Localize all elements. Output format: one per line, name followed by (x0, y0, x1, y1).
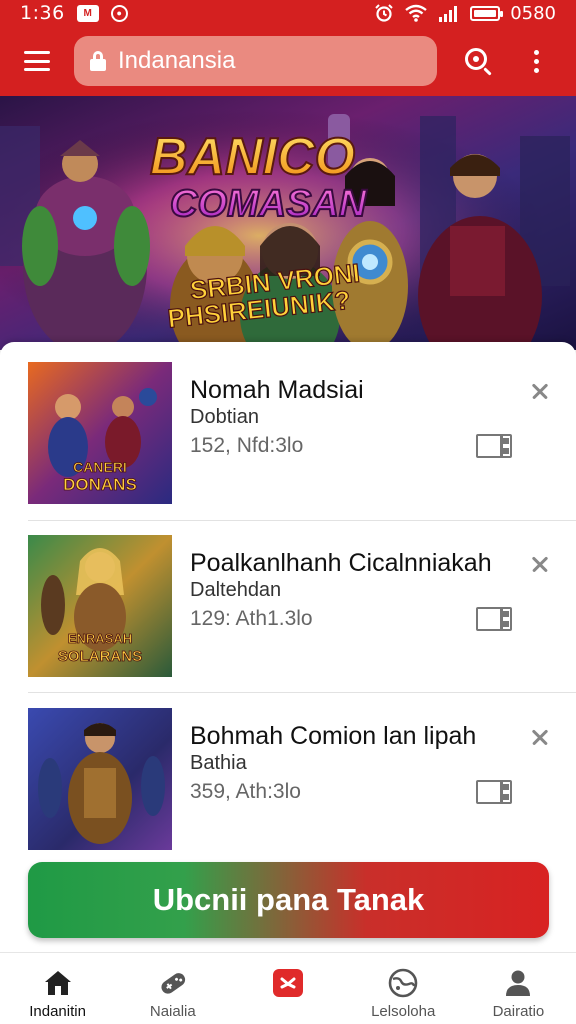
nav-label-games: Naialia (149, 1003, 196, 1020)
address-text: Indanansia (118, 47, 236, 74)
video-meta: 129: Ath1.3lo (190, 607, 313, 630)
video-thumbnail: CANERI DONANS (28, 362, 172, 504)
more-vert-icon (533, 49, 539, 73)
video-title: Bohmah Comion lan lipah (190, 722, 477, 750)
video-thumbnail (28, 708, 172, 850)
nav-item-games[interactable]: Naialia (115, 953, 230, 1024)
signal-icon (439, 6, 458, 22)
address-bar[interactable]: Indanansia (74, 36, 437, 86)
globe-icon (388, 968, 418, 998)
nav-label-home: Indanitin (29, 1003, 86, 1020)
film-icon[interactable] (476, 434, 512, 458)
nav-item-home[interactable]: Indanitin (0, 953, 115, 1024)
profile-icon (506, 970, 531, 996)
list-item[interactable]: CANERI DONANS Nomah Madsiai Dobtian 152,… (0, 342, 576, 514)
thumbnail-caption-2: DONANS (63, 475, 137, 494)
status-bar: 1:36 M ● 0580 (0, 0, 576, 26)
nav-item-profile[interactable]: Dairatio (461, 953, 576, 1024)
hero-title-line1: BANICO (150, 128, 355, 186)
more-options-button[interactable] (507, 26, 565, 96)
battery-text: 0580 (510, 2, 556, 24)
search-button[interactable] (449, 26, 507, 96)
battery-fill (474, 9, 497, 17)
search-icon (465, 48, 492, 76)
thumbnail-caption-1: ENRASAH (68, 631, 132, 646)
list-item[interactable]: Bohmah Comion lan lipah Bathia 359, Ath:… (0, 688, 576, 860)
video-channel: Bathia (190, 752, 247, 774)
thumbnail-caption-2: SOLARANS (58, 648, 142, 665)
film-icon[interactable] (476, 607, 512, 631)
video-meta: 359, Ath:3lo (190, 780, 301, 803)
bottom-navigation: Indanitin Naialia Lelsoloha Dairatio (0, 952, 576, 1024)
video-channel: Daltehdan (190, 579, 282, 601)
status-right: 0580 (374, 3, 556, 24)
dismiss-button[interactable] (526, 378, 554, 406)
primary-cta-button[interactable]: Ubcnii pana Tanak (28, 862, 549, 938)
hero-title-line2: COMASAN (170, 183, 368, 225)
video-thumbnail: ENRASAH SOLARANS (28, 535, 172, 677)
video-list: CANERI DONANS Nomah Madsiai Dobtian 152,… (0, 342, 576, 952)
status-time: 1:36 (20, 2, 65, 24)
hero-banner[interactable]: BANICO COMASAN SRBIN VRONI PHSIREIUNIK? (0, 96, 576, 350)
hero-artwork: BANICO COMASAN SRBIN VRONI PHSIREIUNIK? (0, 96, 576, 350)
wifi-icon (405, 4, 427, 22)
notification-app-icon: M (76, 4, 99, 22)
thumbnail-caption-1: CANERI (73, 459, 127, 475)
nav-item-explore[interactable]: Lelsoloha (346, 953, 461, 1024)
home-icon (44, 971, 71, 995)
nav-item-video[interactable] (230, 953, 345, 1024)
list-item[interactable]: ENRASAH SOLARANS Poalkanlhanh Cicalnniak… (0, 515, 576, 687)
film-icon[interactable] (476, 780, 512, 804)
video-title: Nomah Madsiai (190, 376, 364, 404)
status-left: 1:36 M ● (20, 2, 128, 24)
dismiss-button[interactable] (526, 551, 554, 579)
nav-label-profile: Dairatio (492, 1003, 545, 1020)
alarm-icon (375, 4, 393, 22)
battery-icon (470, 5, 504, 21)
video-title: Poalkanlhanh Cicalnniakah (190, 549, 492, 577)
nav-label-explore: Lelsoloha (371, 1003, 436, 1020)
dismiss-button[interactable] (526, 724, 554, 752)
top-app-bar: Indanansia (0, 26, 576, 96)
gamepad-icon (161, 973, 185, 994)
video-channel: Dobtian (190, 406, 259, 428)
video-meta: 152, Nfd:3lo (190, 434, 304, 457)
video-play-icon (273, 969, 303, 997)
menu-button[interactable] (0, 26, 74, 96)
hamburger-menu-icon (24, 51, 50, 71)
notification-sync-icon: ● (110, 4, 128, 22)
lock-icon (90, 51, 106, 71)
